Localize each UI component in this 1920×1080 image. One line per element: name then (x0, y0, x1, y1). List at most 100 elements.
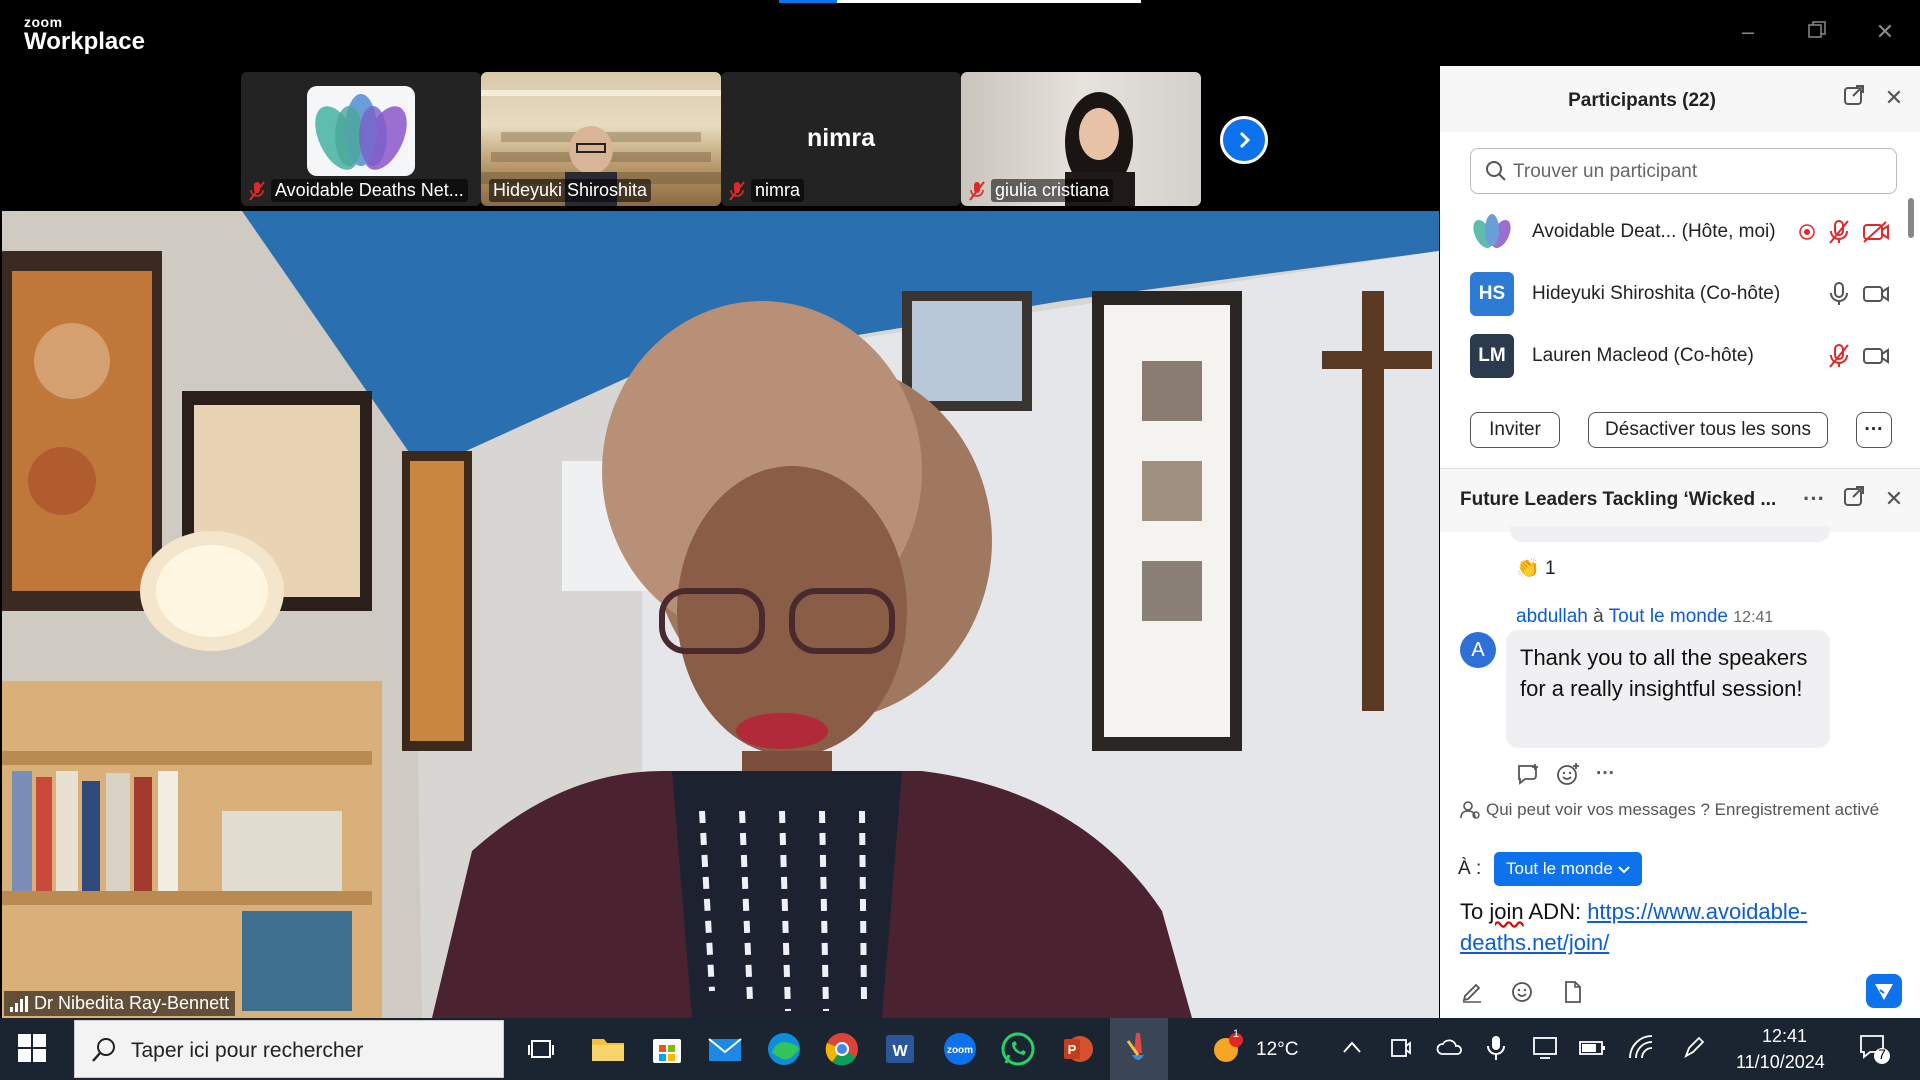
thumbnail-label: giulia cristiana (969, 179, 1114, 202)
recipient-value: Tout le monde (1506, 859, 1613, 878)
participant-name: Lauren Macleod (Co-hôte) (1532, 345, 1754, 366)
edge-icon[interactable] (764, 1029, 804, 1069)
onedrive-icon[interactable] (1436, 1036, 1464, 1060)
close-window-button[interactable]: ✕ (1865, 14, 1905, 50)
reaction[interactable]: 👏 1 (1516, 556, 1556, 580)
reaction-count: 1 (1544, 558, 1556, 579)
word-icon[interactable]: W (880, 1029, 920, 1069)
add-reaction-icon[interactable] (1556, 762, 1580, 786)
participants-more-button[interactable]: ··· (1856, 412, 1892, 448)
search-icon (1486, 161, 1506, 181)
thumbnail-giulia[interactable]: giulia cristiana (961, 72, 1201, 206)
thumbnail-display-name: nimra (806, 124, 876, 152)
battery-icon[interactable] (1578, 1038, 1606, 1058)
popout-participants-icon[interactable] (1840, 84, 1868, 112)
mail-icon[interactable] (705, 1029, 745, 1069)
camera-icon[interactable] (1862, 283, 1890, 305)
display-icon[interactable] (1532, 1036, 1558, 1060)
recording-progress-bar (779, 0, 1141, 3)
emoji-icon[interactable] (1510, 980, 1534, 1004)
chat-more-button[interactable]: ··· (1800, 485, 1828, 513)
recording-progress-fill (779, 0, 837, 3)
close-participants-icon[interactable]: ✕ (1880, 84, 1908, 112)
thumbnail-name: giulia cristiana (991, 179, 1114, 202)
participant-row[interactable]: HS Hideyuki Shiroshita (Co-hôte) (1470, 270, 1890, 318)
windows-taskbar: Taper ici pour rechercher W zoom P 1 12°… (0, 1018, 1920, 1080)
thumbnail-label: nimra (729, 179, 805, 202)
close-chat-icon[interactable]: ✕ (1880, 485, 1908, 513)
task-view-icon[interactable] (522, 1029, 562, 1069)
wifi-icon[interactable] (1628, 1034, 1654, 1060)
clock-date[interactable]: 11/10/2024 (1736, 1052, 1825, 1073)
side-panel: Participants (22) ✕ Trouver un participa… (1440, 66, 1920, 1018)
privacy-text: Qui peut voir vos messages ? Enregistrem… (1486, 800, 1880, 819)
microsoft-store-icon[interactable] (647, 1029, 687, 1069)
popout-chat-icon[interactable] (1840, 485, 1868, 513)
weather-temperature[interactable]: 12°C (1256, 1039, 1298, 1061)
pen-icon[interactable] (1682, 1034, 1708, 1060)
svg-text:P: P (1068, 1042, 1077, 1057)
participants-header: Participants (22) ✕ (1440, 66, 1920, 132)
participant-search-input[interactable]: Trouver un participant (1470, 148, 1897, 194)
participant-row[interactable]: Avoidable Deat... (Hôte, moi) (1470, 208, 1890, 256)
message-sender[interactable]: abdullah (1516, 606, 1588, 627)
taskbar-search-input[interactable]: Taper ici pour rechercher (74, 1020, 504, 1078)
chat-header: Future Leaders Tackling ‘Wicked ... ··· … (1440, 468, 1920, 532)
weather-badge: 1 (1232, 1028, 1240, 1040)
thumbnail-hideyuki[interactable]: Hideyuki Shiroshita (481, 72, 721, 206)
participant-controls (1828, 332, 1890, 380)
mute-all-button[interactable]: Désactiver tous les sons (1588, 412, 1828, 448)
avatar: A (1460, 632, 1496, 668)
participant-controls (1798, 208, 1890, 256)
whatsapp-icon[interactable] (998, 1029, 1038, 1069)
camera-icon[interactable] (1862, 345, 1890, 367)
meet-now-icon[interactable] (1390, 1036, 1412, 1060)
main-speaker-video[interactable]: Dr Nibedita Ray-Bennett (2, 211, 1439, 1018)
speaker-name: Dr Nibedita Ray-Bennett (34, 993, 230, 1013)
participants-scrollbar[interactable] (1908, 198, 1914, 238)
format-text-icon[interactable] (1460, 980, 1484, 1004)
avatar: LM (1470, 334, 1514, 378)
file-icon[interactable] (1560, 980, 1584, 1004)
participant-row[interactable]: LM Lauren Macleod (Co-hôte) (1470, 332, 1890, 380)
recipient-dropdown[interactable]: Tout le monde (1494, 852, 1642, 886)
mic-muted-icon[interactable] (1828, 343, 1850, 369)
message-meta: abdullah à Tout le monde 12:41 (1516, 606, 1773, 628)
thumbnail-nimra[interactable]: nimra nimra (721, 72, 961, 206)
windows-start-icon[interactable] (18, 1034, 46, 1062)
invite-button[interactable]: Inviter (1470, 412, 1560, 448)
powerpoint-icon[interactable]: P (1058, 1029, 1098, 1069)
search-placeholder: Trouver un participant (1513, 161, 1698, 182)
taskbar-search-placeholder: Taper ici pour rechercher (131, 1039, 364, 1062)
signal-strength-icon (10, 995, 28, 1012)
thumbnail-name: nimra (751, 179, 805, 202)
zoom-icon[interactable]: zoom (940, 1029, 980, 1069)
clock-time[interactable]: 12:41 (1762, 1026, 1807, 1047)
more-actions-button[interactable]: ··· (1596, 763, 1615, 785)
clap-icon: 👏 (1516, 558, 1540, 579)
send-icon (1875, 984, 1893, 1000)
title-bar: zoom Workplace – ✕ (0, 0, 1920, 66)
svg-text:zoom: zoom (947, 1045, 973, 1056)
mic-muted-icon[interactable] (1828, 219, 1850, 245)
participant-name: Avoidable Deat... (Hôte, moi) (1532, 221, 1776, 242)
message-text: Thank you to all the speakers for a real… (1506, 630, 1830, 748)
chevron-up-icon[interactable] (1342, 1040, 1362, 1054)
next-page-button[interactable] (1220, 116, 1268, 164)
camera-off-icon[interactable] (1862, 221, 1890, 243)
mic-muted-icon (969, 180, 985, 201)
microphone-icon[interactable] (1486, 1034, 1506, 1062)
adn-avatar-icon (1473, 214, 1511, 249)
mic-icon[interactable] (1828, 281, 1850, 307)
chat-title: Future Leaders Tackling ‘Wicked ... (1460, 489, 1777, 510)
chat-compose-input[interactable]: To join ADN: https://www.avoidable-death… (1460, 896, 1880, 958)
send-button[interactable] (1866, 974, 1902, 1008)
chrome-icon[interactable] (822, 1029, 862, 1069)
thumbnail-avoidable-deaths[interactable]: Avoidable Deaths Net... (241, 72, 481, 206)
paint-icon[interactable] (1118, 1029, 1158, 1069)
minimize-button[interactable]: – (1728, 14, 1768, 50)
file-explorer-icon[interactable] (588, 1029, 628, 1069)
restore-icon[interactable] (1797, 14, 1837, 50)
reply-icon[interactable] (1516, 763, 1540, 785)
privacy-notice[interactable]: Qui peut voir vos messages ? Enregistrem… (1460, 800, 1879, 820)
